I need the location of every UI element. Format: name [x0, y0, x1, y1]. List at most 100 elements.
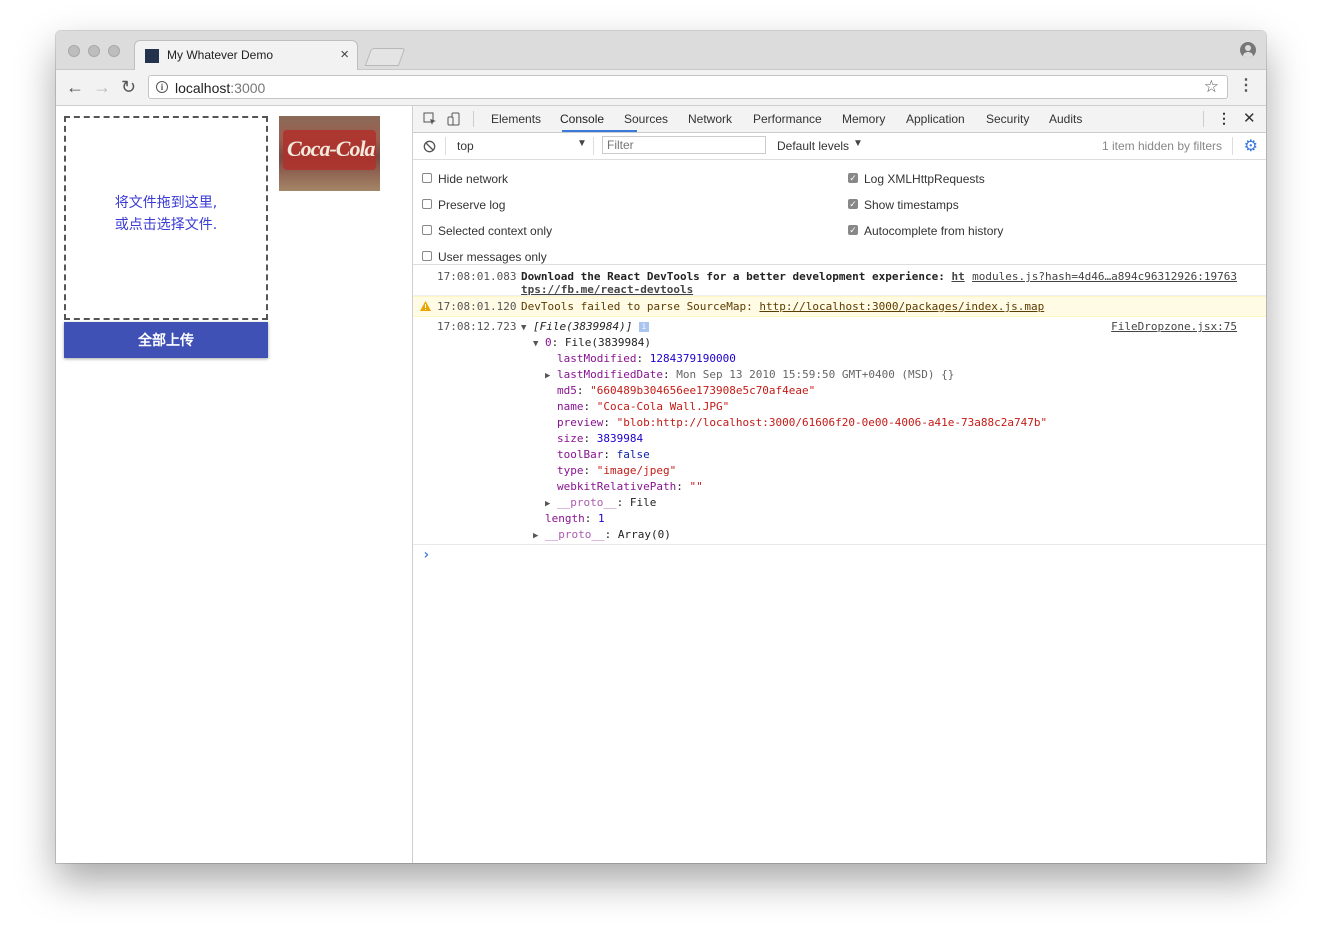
- show-timestamps-checkbox[interactable]: ✓: [848, 199, 858, 209]
- tab-elements[interactable]: Elements: [491, 112, 541, 126]
- prop-type: type: "image/jpeg": [557, 464, 677, 477]
- prop-preview: preview: "blob:http://localhost:3000/616…: [557, 416, 1048, 429]
- collapsed-triangle-icon: ▶: [545, 499, 551, 509]
- message-source-link[interactable]: modules.js?hash=4d46…a894c96312926:19763: [972, 270, 1237, 283]
- array-item-0[interactable]: ▼ 0: File(3839984): [533, 336, 651, 349]
- tab-network[interactable]: Network: [688, 112, 732, 126]
- react-devtools-link[interactable]: ht: [951, 270, 964, 283]
- prop-toolBar: toolBar: false: [557, 448, 650, 461]
- context-dropdown-icon[interactable]: ▼: [577, 138, 587, 149]
- devtools-panel: Elements Console Sources Network Perform…: [413, 106, 1266, 863]
- console-object-message: 17:08:12.723 ▼ [File(3839984)] i FileDro…: [413, 316, 1266, 545]
- show-timestamps-option[interactable]: ✓ Show timestamps: [848, 198, 959, 212]
- image-thumbnail: Coca-Cola: [279, 116, 380, 191]
- user-messages-option[interactable]: User messages only: [422, 250, 547, 264]
- collapsed-triangle-icon: ▶: [533, 531, 539, 541]
- back-arrow-icon[interactable]: ←: [66, 76, 84, 98]
- prop-size: size: 3839984: [557, 432, 644, 445]
- close-window-button[interactable]: [68, 45, 80, 57]
- warning-icon: [420, 301, 431, 311]
- hide-network-checkbox[interactable]: [422, 173, 432, 183]
- prop-name: name: "Coca-Cola Wall.JPG": [557, 400, 730, 413]
- devtools-close-icon[interactable]: ✕: [1243, 109, 1256, 127]
- browser-content: 将文件拖到这里, 或点击选择文件. Coca-Cola 全部上传 Element…: [56, 106, 1266, 863]
- selected-context-checkbox[interactable]: [422, 225, 432, 235]
- log-xhr-checkbox[interactable]: ✓: [848, 173, 858, 183]
- devtools-tab-bar: Elements Console Sources Network Perform…: [413, 106, 1266, 133]
- inspect-element-icon[interactable]: [423, 112, 437, 126]
- tab-application[interactable]: Application: [906, 112, 965, 126]
- tab-performance[interactable]: Performance: [753, 112, 822, 126]
- divider: [1203, 111, 1204, 127]
- clear-console-icon[interactable]: [423, 140, 436, 153]
- upload-all-button[interactable]: 全部上传: [64, 322, 268, 358]
- hide-network-option[interactable]: Hide network: [422, 172, 508, 186]
- console-input[interactable]: [437, 547, 1237, 563]
- prop-proto-array[interactable]: ▶ __proto__: Array(0): [533, 528, 671, 541]
- prop-length: length: 1: [545, 512, 605, 525]
- user-messages-checkbox[interactable]: [422, 251, 432, 261]
- info-badge-icon: i: [639, 322, 650, 332]
- browser-tab[interactable]: My Whatever Demo ×: [134, 40, 358, 70]
- chrome-menu-icon[interactable]: ⋮: [1238, 76, 1254, 96]
- console-filter-input[interactable]: [602, 136, 766, 154]
- divider: [593, 137, 594, 155]
- message-timestamp: 17:08:01.083: [437, 270, 517, 283]
- address-bar[interactable]: i localhost:3000 ☆: [148, 75, 1228, 99]
- profile-icon[interactable]: [1240, 42, 1256, 58]
- react-devtools-link-cont[interactable]: tps://fb.me/react-devtools: [521, 283, 693, 296]
- divider: [473, 111, 474, 127]
- favicon-icon: [145, 49, 159, 63]
- tab-memory[interactable]: Memory: [842, 112, 885, 126]
- tab-bar: My Whatever Demo ×: [56, 31, 1266, 70]
- preserve-log-option[interactable]: Preserve log: [422, 198, 505, 212]
- file-dropzone[interactable]: 将文件拖到这里, 或点击选择文件.: [64, 116, 268, 320]
- page-viewport: 将文件拖到这里, 或点击选择文件. Coca-Cola 全部上传: [56, 106, 413, 863]
- tab-security[interactable]: Security: [986, 112, 1029, 126]
- bookmark-star-icon[interactable]: ☆: [1204, 77, 1219, 97]
- message-source-link[interactable]: FileDropzone.jsx:75: [1111, 320, 1237, 333]
- context-select[interactable]: top: [457, 139, 474, 153]
- tab-close-icon[interactable]: ×: [340, 46, 349, 64]
- reload-icon[interactable]: ↻: [121, 76, 136, 98]
- forward-arrow-icon[interactable]: →: [93, 76, 111, 98]
- minimize-window-button[interactable]: [88, 45, 100, 57]
- warning-text: DevTools failed to parse SourceMap: http…: [521, 300, 1045, 313]
- prop-proto-file[interactable]: ▶ __proto__: File: [545, 496, 656, 509]
- console-message: 17:08:01.083 Download the React DevTools…: [413, 265, 1266, 296]
- console-prompt-icon[interactable]: ›: [422, 547, 430, 563]
- tab-audits[interactable]: Audits: [1049, 112, 1082, 126]
- log-xhr-option[interactable]: ✓ Log XMLHttpRequests: [848, 172, 985, 186]
- console-settings-gear-icon[interactable]: ⚙: [1244, 136, 1258, 156]
- devtools-menu-icon[interactable]: ⋮: [1217, 110, 1231, 127]
- expanded-triangle-icon: ▼: [533, 339, 539, 349]
- hidden-items-note: 1 item hidden by filters: [1101, 139, 1222, 153]
- sourcemap-link[interactable]: http://localhost:3000/packages/index.js.…: [759, 300, 1044, 313]
- tab-console[interactable]: Console: [560, 112, 604, 126]
- prop-webkitRelativePath: webkitRelativePath: "": [557, 480, 703, 493]
- collapsed-triangle-icon: ▶: [545, 371, 551, 381]
- browser-window: My Whatever Demo × ← → ↻ i localhost:300…: [56, 31, 1266, 863]
- autocomplete-option[interactable]: ✓ Autocomplete from history: [848, 224, 1003, 238]
- log-levels-select[interactable]: Default levels: [777, 139, 849, 153]
- levels-dropdown-icon[interactable]: ▼: [853, 138, 863, 149]
- divider: [445, 137, 446, 155]
- prop-lastModified: lastModified: 1284379190000: [557, 352, 736, 365]
- preserve-log-checkbox[interactable]: [422, 199, 432, 209]
- browser-toolbar: ← → ↻ i localhost:3000 ☆ ⋮: [56, 70, 1266, 106]
- autocomplete-checkbox[interactable]: ✓: [848, 225, 858, 235]
- zoom-window-button[interactable]: [108, 45, 120, 57]
- tab-title: My Whatever Demo: [167, 48, 274, 62]
- selected-context-option[interactable]: Selected context only: [422, 224, 552, 238]
- tab-sources[interactable]: Sources: [624, 112, 668, 126]
- dropzone-text: 将文件拖到这里, 或点击选择文件.: [114, 195, 218, 233]
- message-text: Download the React DevTools for a better…: [521, 270, 965, 283]
- url-text[interactable]: localhost:3000: [175, 80, 265, 96]
- message-timestamp: 17:08:12.723: [437, 320, 517, 333]
- new-tab-button[interactable]: [364, 48, 406, 66]
- prop-lastModifiedDate[interactable]: ▶ lastModifiedDate: Mon Sep 13 2010 15:5…: [545, 368, 954, 381]
- info-icon[interactable]: i: [156, 81, 168, 93]
- device-toolbar-icon[interactable]: [447, 112, 461, 126]
- array-summary[interactable]: ▼ [File(3839984)] i: [521, 320, 650, 333]
- thumbnail-logo-text: Coca-Cola: [287, 136, 376, 161]
